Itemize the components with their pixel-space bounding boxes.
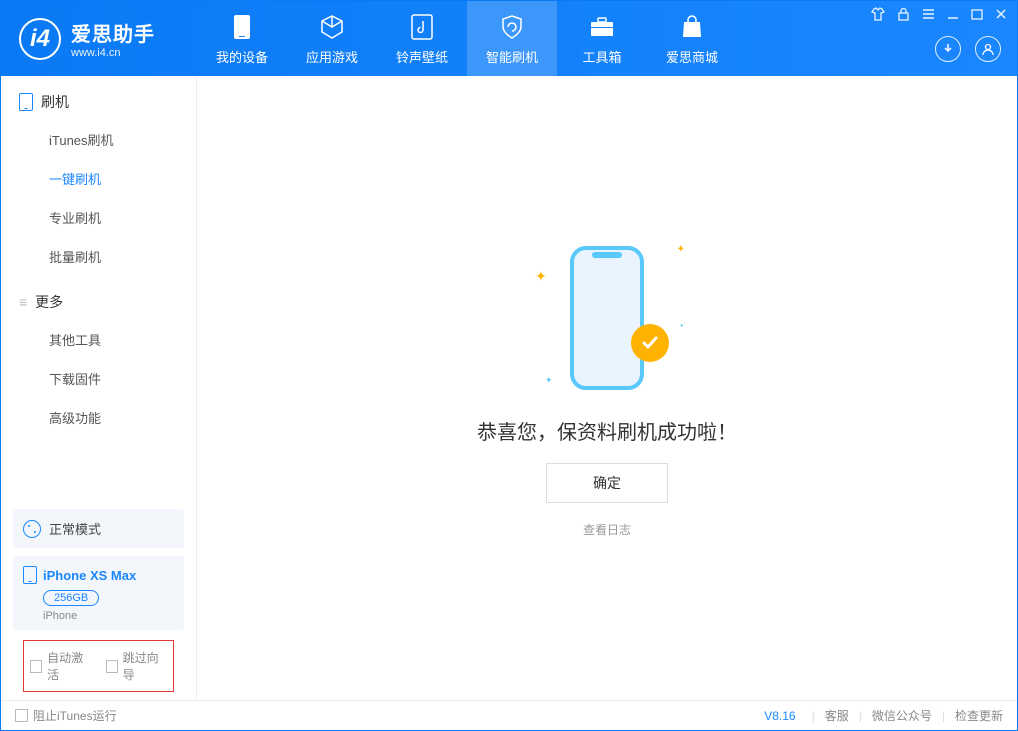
device-storage: 256GB xyxy=(43,590,99,606)
sidebar-item-advanced[interactable]: 高级功能 xyxy=(1,398,196,437)
mode-card[interactable]: 正常模式 xyxy=(13,509,184,548)
app-header: i4 爱思助手 www.i4.cn 我的设备 应用游戏 铃声壁纸 智能刷机 工具… xyxy=(1,1,1017,76)
cube-icon xyxy=(319,13,345,41)
maximize-button[interactable] xyxy=(971,8,983,23)
sidebar: 刷机 iTunes刷机 一键刷机 专业刷机 批量刷机 ≡ 更多 其他工具 下载固… xyxy=(1,76,197,700)
music-file-icon xyxy=(411,13,433,41)
success-message: 恭喜您，保资料刷机成功啦！ xyxy=(477,416,737,445)
nav-toolbox[interactable]: 工具箱 xyxy=(557,1,647,76)
sidebar-item-batch-flash[interactable]: 批量刷机 xyxy=(1,237,196,276)
sidebar-item-other-tools[interactable]: 其他工具 xyxy=(1,320,196,359)
device-icon xyxy=(233,13,251,41)
main-nav: 我的设备 应用游戏 铃声壁纸 智能刷机 工具箱 爱思商城 xyxy=(197,1,737,76)
shield-refresh-icon xyxy=(499,13,525,41)
minimize-button[interactable] xyxy=(947,8,959,23)
logo-icon: i4 xyxy=(19,18,61,60)
footer-link-service[interactable]: 客服 xyxy=(825,707,849,724)
sparkle-icon: • xyxy=(680,321,683,330)
sparkle-icon: ✦ xyxy=(677,244,685,255)
footer-link-update[interactable]: 检查更新 xyxy=(955,707,1003,724)
shirt-icon[interactable] xyxy=(871,7,885,24)
footer-link-wechat[interactable]: 微信公众号 xyxy=(872,707,932,724)
nav-smart-flash[interactable]: 智能刷机 xyxy=(467,1,557,76)
app-name: 爱思助手 xyxy=(71,18,155,47)
app-url: www.i4.cn xyxy=(71,47,155,59)
bag-icon xyxy=(680,13,704,41)
phone-icon xyxy=(23,566,37,584)
highlighted-options: 自动激活 跳过向导 xyxy=(23,640,174,692)
version-label: V8.16 xyxy=(764,709,795,723)
menu-icon[interactable] xyxy=(922,8,935,23)
sidebar-item-oneclick-flash[interactable]: 一键刷机 xyxy=(1,159,196,198)
phone-icon xyxy=(19,93,33,111)
checkbox-skip-guide[interactable]: 跳过向导 xyxy=(106,649,168,683)
user-button[interactable] xyxy=(975,36,1001,62)
sidebar-item-download-firmware[interactable]: 下载固件 xyxy=(1,359,196,398)
sidebar-group-flash: 刷机 xyxy=(1,76,196,120)
success-illustration: ✦ ✦ ✦ • xyxy=(537,238,677,398)
phone-illustration-icon xyxy=(562,243,652,393)
nav-my-device[interactable]: 我的设备 xyxy=(197,1,287,76)
sidebar-group-more: ≡ 更多 xyxy=(1,276,196,320)
download-button[interactable] xyxy=(935,36,961,62)
sparkle-icon: ✦ xyxy=(545,375,553,386)
nav-store[interactable]: 爱思商城 xyxy=(647,1,737,76)
main-content: ✦ ✦ ✦ • 恭喜您，保资料刷机成功啦！ 确定 查看日志 xyxy=(197,76,1017,700)
ok-button[interactable]: 确定 xyxy=(546,463,668,503)
device-card[interactable]: iPhone XS Max 256GB iPhone xyxy=(13,556,184,630)
sidebar-item-pro-flash[interactable]: 专业刷机 xyxy=(1,198,196,237)
nav-ringtones-wallpapers[interactable]: 铃声壁纸 xyxy=(377,1,467,76)
window-controls xyxy=(871,7,1007,24)
device-type: iPhone xyxy=(43,610,174,622)
check-badge-icon xyxy=(631,324,669,362)
checkbox-block-itunes[interactable]: 阻止iTunes运行 xyxy=(15,707,117,724)
mode-icon xyxy=(23,520,41,538)
app-logo: i4 爱思助手 www.i4.cn xyxy=(1,18,197,60)
sparkle-icon: ✦ xyxy=(535,268,547,285)
footer: 阻止iTunes运行 V8.16 | 客服 | 微信公众号 | 检查更新 xyxy=(1,700,1017,730)
lock-icon[interactable] xyxy=(897,7,910,24)
nav-apps-games[interactable]: 应用游戏 xyxy=(287,1,377,76)
sidebar-item-itunes-flash[interactable]: iTunes刷机 xyxy=(1,120,196,159)
close-button[interactable] xyxy=(995,8,1007,23)
view-log-link[interactable]: 查看日志 xyxy=(583,521,631,538)
toolbox-icon xyxy=(589,13,615,41)
user-controls xyxy=(935,36,1001,62)
device-name: iPhone XS Max xyxy=(43,568,136,583)
checkbox-auto-activate[interactable]: 自动激活 xyxy=(30,649,92,683)
list-icon: ≡ xyxy=(19,294,27,310)
